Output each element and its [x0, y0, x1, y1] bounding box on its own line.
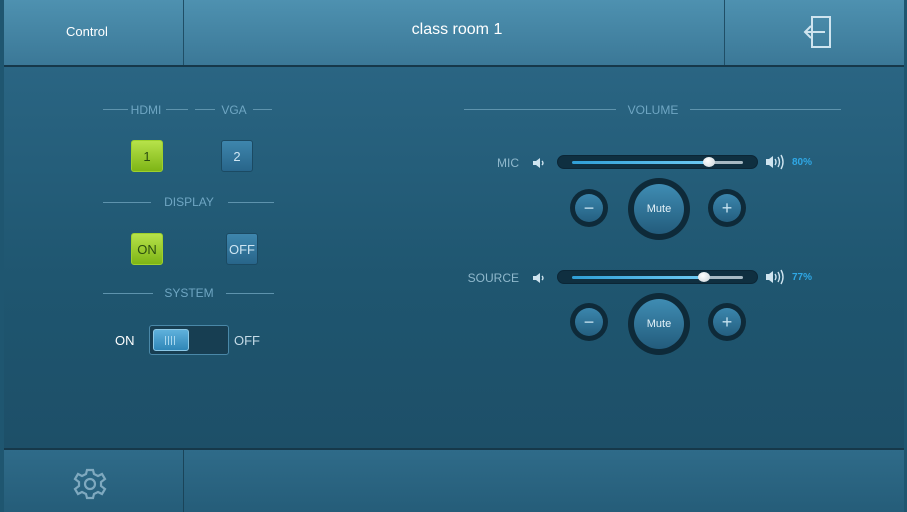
- grip-icon: [165, 336, 177, 345]
- divider: [166, 109, 188, 110]
- app-frame: Control class room 1 HDMI VGA 1 2 DISPLA…: [4, 0, 904, 512]
- minus-icon: −: [575, 308, 603, 336]
- divider: [226, 293, 274, 294]
- minus-icon: −: [575, 194, 603, 222]
- divider: [103, 202, 151, 203]
- source-volume-percent: 77%: [792, 272, 813, 283]
- page-title: class room 1: [411, 21, 503, 38]
- divider: [690, 109, 841, 110]
- divider: [183, 0, 184, 65]
- divider: [228, 202, 274, 203]
- control-tab[interactable]: Control: [66, 24, 108, 39]
- mute-label: Mute: [634, 299, 684, 349]
- top-bar: Control class room 1: [4, 0, 904, 67]
- display-off-button[interactable]: OFF: [226, 233, 258, 265]
- system-power-toggle[interactable]: [149, 325, 229, 355]
- slider-thumb[interactable]: [702, 157, 715, 167]
- divider: [195, 109, 215, 110]
- mic-label: MIC: [497, 156, 519, 170]
- mic-volume-up-button[interactable]: +: [708, 189, 746, 227]
- display-on-button[interactable]: ON: [131, 233, 163, 265]
- speaker-high-icon: [766, 154, 784, 170]
- gear-icon[interactable]: [73, 467, 107, 501]
- source-mute-button[interactable]: Mute: [628, 293, 690, 355]
- volume-label: VOLUME: [627, 103, 679, 117]
- slider-fill: [572, 161, 709, 164]
- exit-button[interactable]: [724, 0, 904, 65]
- source-volume-up-button[interactable]: +: [708, 303, 746, 341]
- display-label: DISPLAY: [164, 195, 214, 209]
- mute-label: Mute: [634, 184, 684, 234]
- slider-thumb[interactable]: [697, 272, 710, 282]
- system-label: SYSTEM: [164, 286, 214, 300]
- vga-source-button[interactable]: 2: [221, 140, 253, 172]
- mic-volume-down-button[interactable]: −: [570, 189, 608, 227]
- speaker-high-icon: [766, 269, 784, 285]
- slider-fill: [572, 276, 704, 279]
- exit-door-icon: [803, 16, 831, 48]
- source-label: SOURCE: [467, 271, 519, 285]
- speaker-low-icon: [533, 273, 544, 283]
- divider: [183, 450, 184, 512]
- divider: [253, 109, 272, 110]
- plus-icon: +: [713, 308, 741, 336]
- mic-mute-button[interactable]: Mute: [628, 178, 690, 240]
- divider: [464, 109, 616, 110]
- hdmi-source-button[interactable]: 1: [131, 140, 163, 172]
- bottom-bar: [4, 448, 904, 512]
- toggle-knob[interactable]: [153, 329, 189, 351]
- divider: [103, 293, 153, 294]
- plus-icon: +: [713, 194, 741, 222]
- source-volume-slider[interactable]: [557, 270, 758, 284]
- speaker-low-icon: [533, 158, 544, 168]
- mic-volume-percent: 80%: [792, 157, 813, 168]
- divider: [103, 109, 128, 110]
- system-on-label: ON: [115, 333, 135, 348]
- system-off-label: OFF: [234, 333, 260, 348]
- source-volume-down-button[interactable]: −: [570, 303, 608, 341]
- vga-label: VGA: [221, 103, 247, 117]
- hdmi-label: HDMI: [130, 103, 162, 117]
- mic-volume-slider[interactable]: [557, 155, 758, 169]
